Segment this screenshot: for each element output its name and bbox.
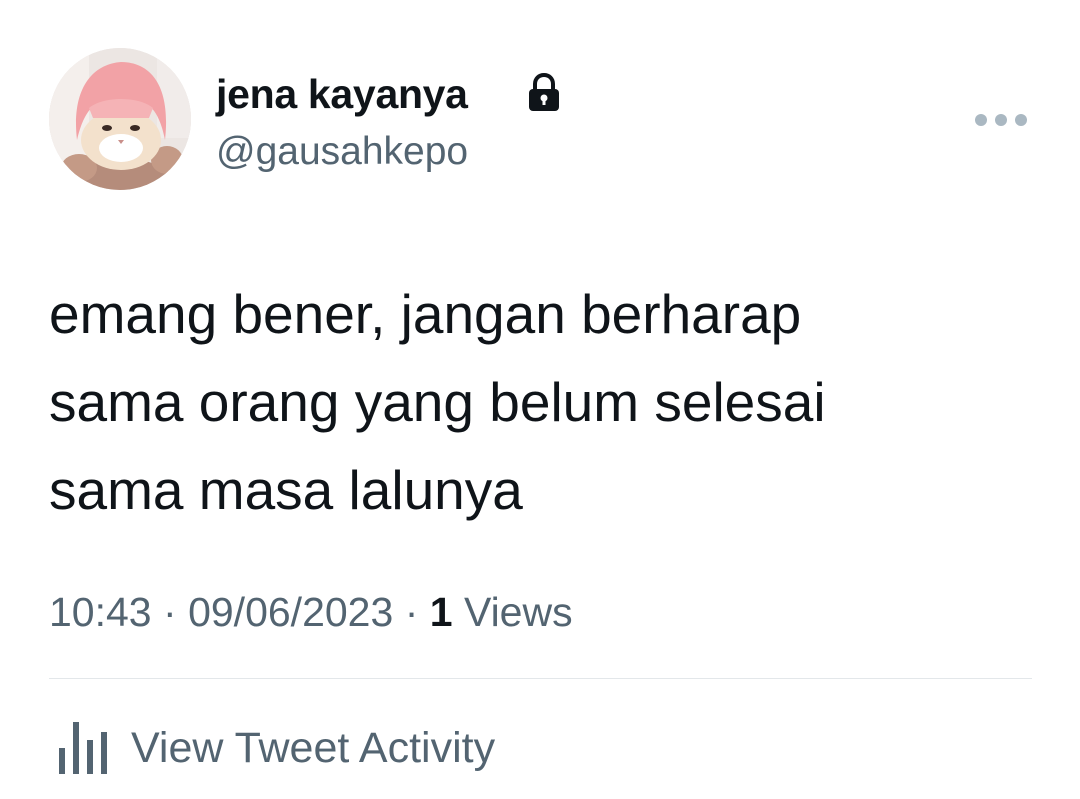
avatar[interactable]: [49, 48, 191, 190]
tweet-text: emang bener, jangan berharap sama orang …: [49, 270, 1039, 534]
meta-separator: ·: [404, 589, 419, 635]
tweet-text-line: sama orang yang belum selesai: [49, 371, 826, 433]
tweet-date[interactable]: 09/06/2023: [188, 589, 393, 635]
tweet-meta: 10:43 · 09/06/2023 · 1 Views: [49, 586, 573, 638]
bar-chart-icon: [59, 722, 107, 774]
author-display-name[interactable]: jena kayanya: [216, 68, 468, 120]
tweet-text-line: emang bener, jangan berharap: [49, 283, 802, 345]
more-horizontal-icon[interactable]: [968, 104, 1034, 136]
view-tweet-activity-label: View Tweet Activity: [131, 724, 496, 772]
divider: [49, 678, 1032, 679]
views-count: 1: [429, 589, 453, 635]
author-handle[interactable]: @gausahkepo: [216, 128, 468, 176]
tweet-time[interactable]: 10:43: [49, 589, 152, 635]
meta-separator: ·: [163, 589, 177, 635]
view-tweet-activity-button[interactable]: View Tweet Activity: [57, 720, 495, 776]
lock-icon: [529, 73, 559, 111]
views-label: Views: [463, 589, 573, 635]
avatar-image: [49, 48, 191, 190]
tweet-text-line: sama masa lalunya: [49, 459, 523, 521]
